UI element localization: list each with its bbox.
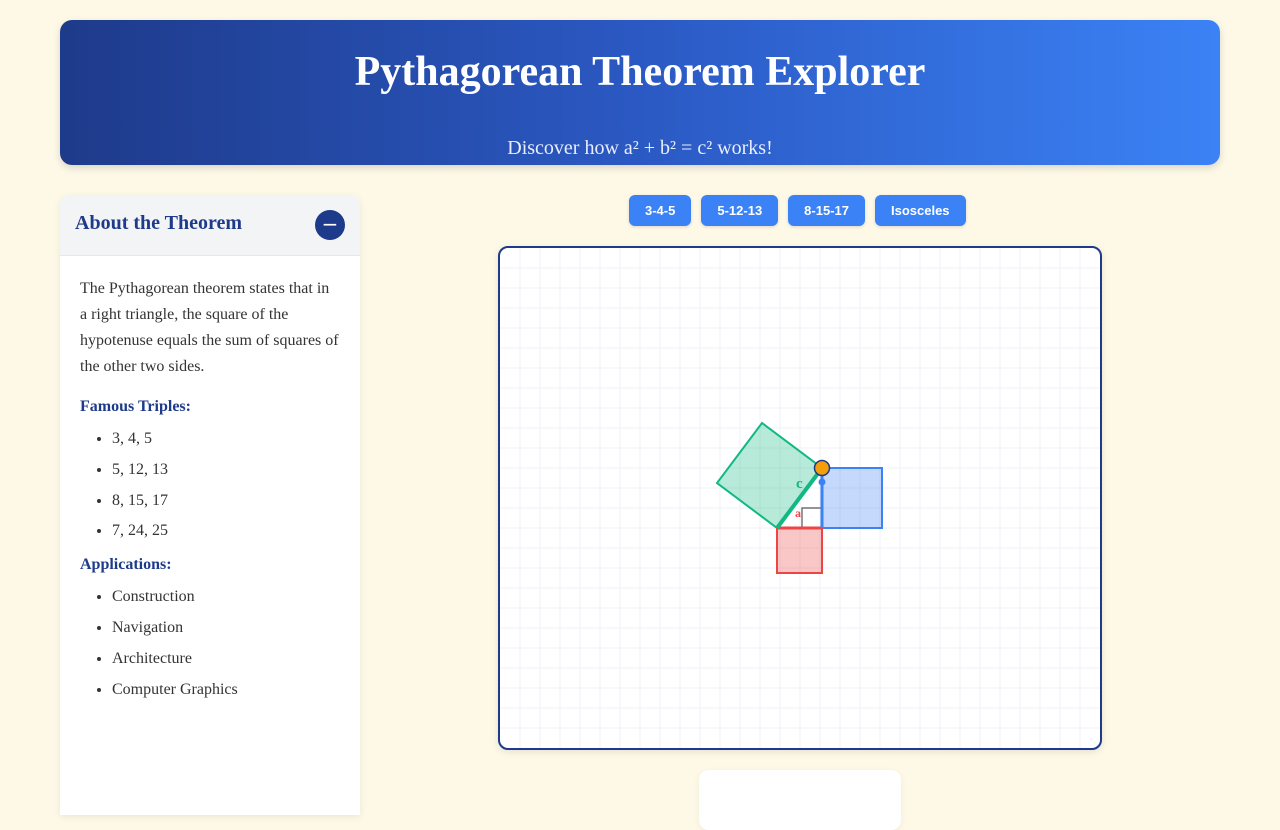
about-panel: About the Theorem − The Pythagorean theo…: [60, 195, 360, 815]
triples-heading: Famous Triples:: [80, 398, 191, 415]
list-item: 7, 24, 25: [112, 520, 340, 542]
theorem-description: The Pythagorean theorem states that in a…: [80, 280, 339, 375]
list-item: 5, 12, 13: [112, 459, 340, 481]
vertex-drag-handle[interactable]: [813, 459, 831, 477]
list-item: 3, 4, 5: [112, 428, 340, 450]
list-item: Computer Graphics: [112, 679, 340, 701]
list-item: Construction: [112, 586, 340, 608]
app-header: Pythagorean Theorem Explorer Discover ho…: [60, 20, 1220, 165]
results-card: [699, 770, 901, 830]
page-title: Pythagorean Theorem Explorer: [354, 49, 926, 95]
preset-button-isosceles[interactable]: Isosceles: [874, 195, 966, 226]
collapse-icon[interactable]: −: [315, 210, 345, 240]
about-panel-title: About the Theorem: [75, 212, 243, 234]
triples-list: 3, 4, 5 5, 12, 13 8, 15, 17 7, 24, 25: [80, 428, 340, 542]
about-panel-body: The Pythagorean theorem states that in a…: [60, 256, 360, 701]
about-panel-header[interactable]: About the Theorem −: [60, 195, 360, 256]
right-angle-marker: [801, 507, 822, 528]
list-item: 8, 15, 17: [112, 490, 340, 512]
preset-button-5-12-13[interactable]: 5-12-13: [701, 195, 779, 226]
list-item: Navigation: [112, 617, 340, 639]
square-c: [715, 421, 824, 530]
page-subtitle: Discover how a² + b² = c² works!: [507, 137, 773, 159]
preset-buttons: 3-4-5 5-12-13 8-15-17 Isosceles: [629, 195, 966, 226]
applications-list: Construction Navigation Architecture Com…: [80, 586, 340, 700]
preset-button-8-15-17[interactable]: 8-15-17: [788, 195, 865, 226]
square-b: [821, 467, 883, 529]
applications-heading: Applications:: [80, 556, 172, 574]
vertex-handle-indicator: [818, 478, 826, 486]
triangle-canvas[interactable]: c a: [498, 246, 1102, 750]
square-a: [776, 527, 823, 574]
preset-button-3-4-5[interactable]: 3-4-5: [629, 195, 692, 226]
label-c: c: [796, 476, 803, 492]
label-a: a: [795, 506, 801, 520]
list-item: Architecture: [112, 648, 340, 670]
triangle-diagram[interactable]: c a: [500, 248, 1100, 748]
